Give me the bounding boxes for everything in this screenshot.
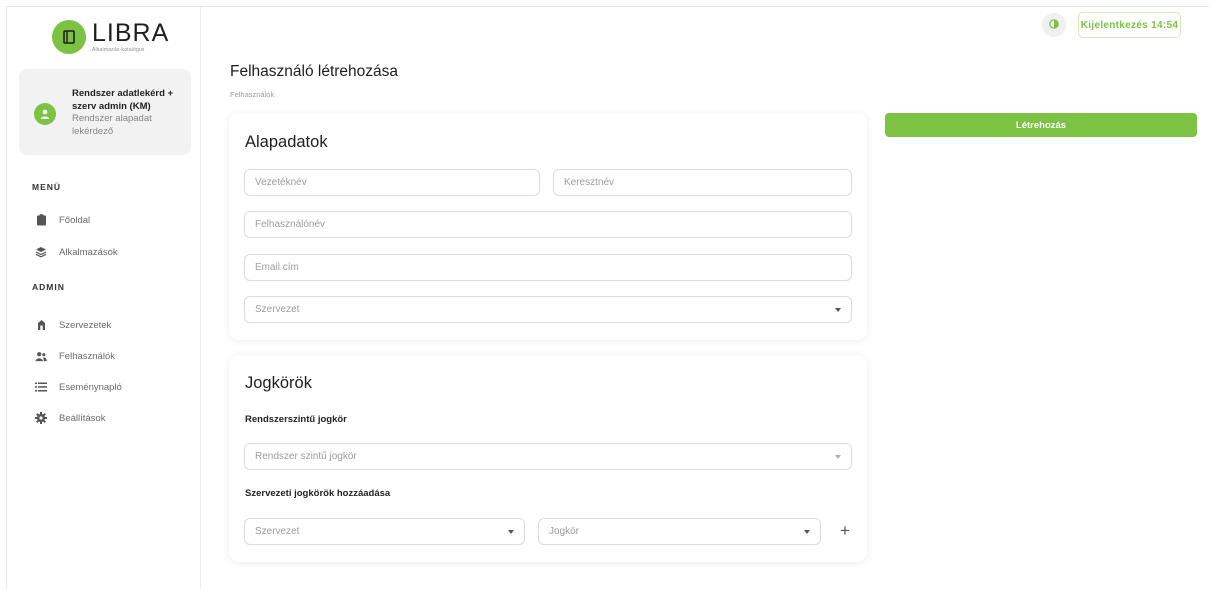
chevron-down-icon <box>508 529 514 534</box>
email-input[interactable] <box>244 254 852 281</box>
user-avatar-icon <box>34 103 56 125</box>
organization-select[interactable]: Szervezet <box>244 296 852 323</box>
breadcrumb[interactable]: Felhasználók <box>230 90 274 99</box>
admin-section-label: ADMIN <box>32 282 65 292</box>
logo-icon <box>52 20 86 54</box>
org-role-organization-select[interactable]: Szervezet <box>244 518 525 545</box>
nav-label-alkalmazasok: Alkalmazások <box>59 246 118 258</box>
roles-title: Jogkörök <box>245 374 312 392</box>
organization-select-value: Szervezet <box>255 304 300 315</box>
nav-item-alkalmazasok[interactable]: Alkalmazások <box>35 246 118 258</box>
logo-subtitle: Alkalmazás-katalógus <box>92 47 145 53</box>
nav-label-felhasznalok: Felhasználók <box>59 350 115 362</box>
system-role-select-value: Rendszer szintű jogkör <box>255 451 357 462</box>
basic-data-card: Alapadatok Szervezet <box>229 113 867 340</box>
lastname-input[interactable] <box>244 169 540 196</box>
list-icon <box>35 381 47 393</box>
nav-item-esemenynaplo[interactable]: Eseménynapló <box>35 381 122 393</box>
nav-item-beallitasok[interactable]: Beállítások <box>35 412 105 424</box>
logo-text: LIBRA <box>92 19 170 47</box>
system-role-select[interactable]: Rendszer szintű jogkör <box>244 443 852 470</box>
nav-item-felhasznalok[interactable]: Felhasználók <box>35 350 115 362</box>
layers-icon <box>35 246 47 258</box>
nav-label-beallitasok: Beállítások <box>59 412 106 424</box>
building-icon <box>35 319 47 331</box>
org-role-organization-value: Szervezet <box>255 526 300 537</box>
nav-label-fooldal: Főoldal <box>59 214 91 226</box>
nav-label-szervezetek: Szervezetek <box>59 319 112 331</box>
menu-section-label: MENÜ <box>32 182 62 192</box>
logo[interactable]: LIBRA Alkalmazás-katalógus <box>52 20 169 54</box>
org-role-role-select[interactable]: Jogkör <box>538 518 821 545</box>
user-name: Rendszer adatlekérd + szerv admin (KM) <box>72 88 174 112</box>
clipboard-icon <box>35 214 47 226</box>
org-role-role-value: Jogkör <box>549 526 580 537</box>
nav-item-szervezetek[interactable]: Szervezetek <box>35 319 111 331</box>
org-roles-label: Szervezeti jogkörök hozzáadása <box>245 488 391 499</box>
user-role: Rendszer alapadat lekérdező <box>72 113 152 137</box>
create-button[interactable]: Létrehozás <box>885 113 1197 137</box>
contrast-icon <box>1049 16 1059 34</box>
nav-item-fooldal[interactable]: Főoldal <box>35 214 90 226</box>
sidebar: LIBRA Alkalmazás-katalógus Rendszer adat… <box>7 7 201 589</box>
add-org-role-button[interactable]: + <box>838 521 852 541</box>
page-title: Felhasználó létrehozása <box>230 63 399 80</box>
user-card[interactable]: Rendszer adatlekérd + szerv admin (KM) R… <box>19 69 191 155</box>
chevron-down-icon <box>835 454 841 459</box>
roles-card: Jogkörök Rendszerszintű jogkör Rendszer … <box>229 355 867 562</box>
theme-toggle-button[interactable] <box>1042 13 1066 37</box>
gear-icon <box>35 412 47 424</box>
firstname-input[interactable] <box>553 169 852 196</box>
basic-data-title: Alapadatok <box>245 133 328 151</box>
system-role-label: Rendszerszintű jogkör <box>245 414 347 425</box>
users-icon <box>35 350 47 362</box>
nav-label-esemenynaplo: Eseménynapló <box>59 381 122 393</box>
chevron-down-icon <box>804 529 810 534</box>
logout-button[interactable]: Kijelentkezés 14:54 <box>1078 12 1181 38</box>
chevron-down-icon <box>835 307 841 312</box>
username-input[interactable] <box>244 211 852 238</box>
